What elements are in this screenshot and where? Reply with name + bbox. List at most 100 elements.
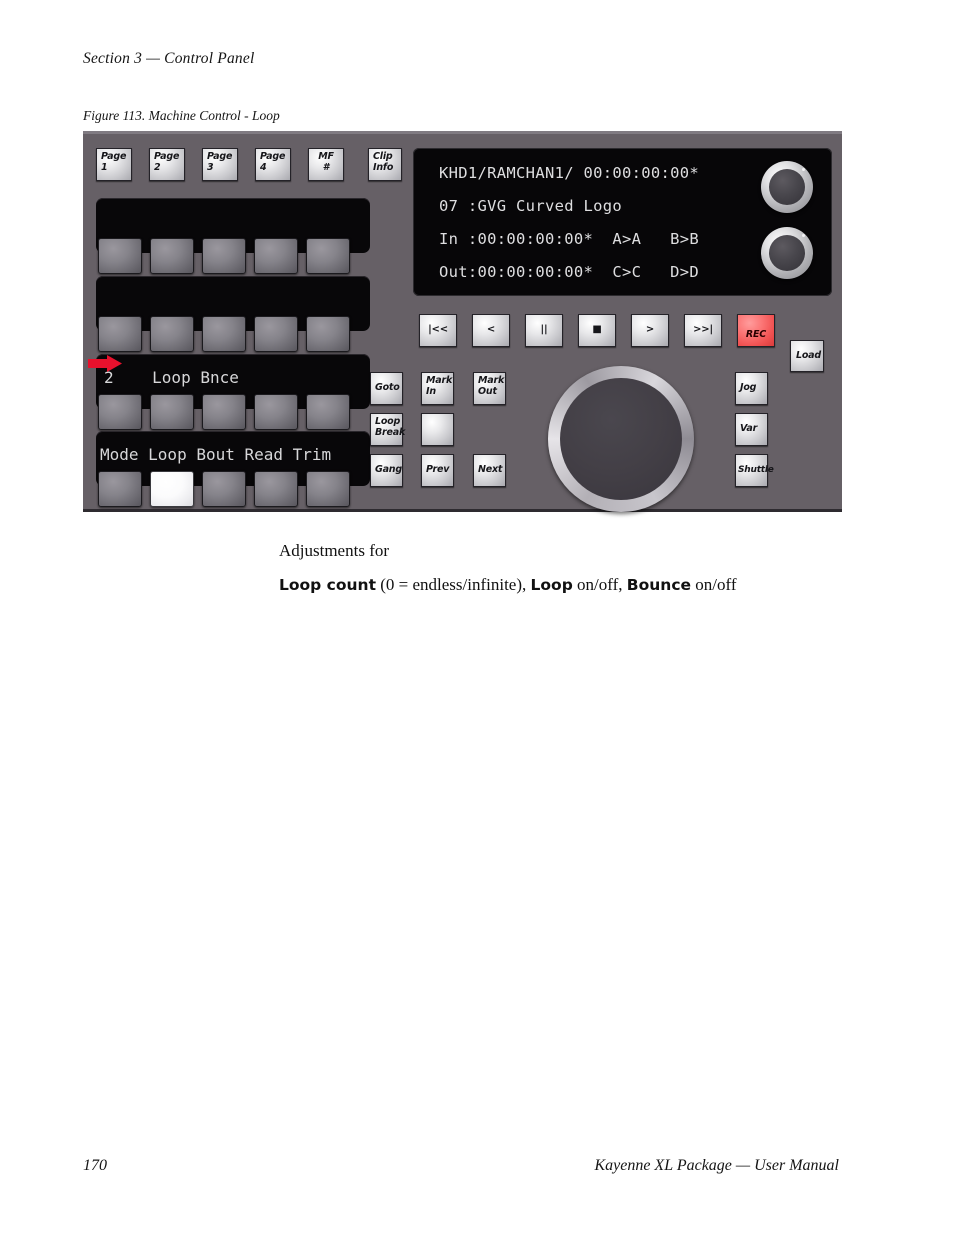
- softkey-r1-c1[interactable]: [98, 238, 142, 274]
- rewind-label: <: [486, 324, 496, 336]
- softkey-r1-c2[interactable]: [150, 238, 194, 274]
- jog-label: Jog: [740, 382, 757, 393]
- softkey-strip-3-label: 2 Loop Bnce: [104, 368, 239, 387]
- knob-lower[interactable]: [761, 227, 813, 279]
- mark-out-button[interactable]: Mark Out: [473, 372, 506, 405]
- knob-lower-cap: [769, 235, 805, 271]
- softkey-r3-c1[interactable]: [98, 394, 142, 430]
- gang-label: Gang: [375, 464, 402, 475]
- softkey-r3-c5[interactable]: [306, 394, 350, 430]
- softkey-r3-c2[interactable]: [150, 394, 194, 430]
- bounce-term: Bounce: [626, 576, 692, 594]
- prev-label: Prev: [426, 464, 450, 475]
- page-4-label-line2: 4: [260, 161, 267, 173]
- softkey-r1-c5[interactable]: [306, 238, 350, 274]
- mf-number-button[interactable]: MF #: [308, 148, 344, 181]
- lcd-line-2: 07 :GVG Curved Logo: [439, 197, 623, 215]
- unlabeled-button[interactable]: [421, 413, 454, 446]
- page-2-button[interactable]: Page 2: [149, 148, 185, 181]
- page-1-button[interactable]: Page 1: [96, 148, 132, 181]
- clip-info-label-line1: Clip: [373, 151, 393, 162]
- softkey-mode-button[interactable]: [98, 471, 142, 507]
- goto-label: Goto: [375, 382, 400, 393]
- softkey-loop-button[interactable]: [150, 471, 194, 507]
- softkey-trim-button[interactable]: [306, 471, 350, 507]
- mf-label-line2: #: [322, 161, 330, 173]
- lcd-line-3: In :00:00:00:00* A>A B>B: [439, 230, 700, 248]
- body-detail-text-2: on/off,: [572, 575, 627, 594]
- body-detail-text-3: on/off: [691, 575, 737, 594]
- jog-button[interactable]: Jog: [735, 372, 768, 405]
- gang-button[interactable]: Gang: [370, 454, 403, 487]
- softkey-r3-c4[interactable]: [254, 394, 298, 430]
- pause-label: ||: [540, 324, 548, 336]
- stop-button[interactable]: ■: [578, 314, 616, 347]
- softkey-r2-c5[interactable]: [306, 316, 350, 352]
- var-label: Var: [740, 423, 758, 434]
- softkey-r2-c3[interactable]: [202, 316, 246, 352]
- clip-info-label-line2: Info: [373, 161, 394, 173]
- page-2-label-line1: Page: [154, 151, 180, 162]
- page-4-button[interactable]: Page 4: [255, 148, 291, 181]
- softkey-r3-c3[interactable]: [202, 394, 246, 430]
- mark-in-label-line2: In: [426, 385, 436, 397]
- softkey-strip-4-label: Mode Loop Bout Read Trim: [100, 445, 332, 464]
- load-button[interactable]: Load: [790, 340, 824, 372]
- page-1-label-line1: Page: [101, 151, 127, 162]
- rewind-to-start-label: |<<: [428, 324, 448, 336]
- body-detail-text: Loop count (0 = endless/infinite), Loop …: [279, 575, 737, 595]
- page-2-label-line2: 2: [154, 161, 161, 173]
- footer-title: Kayenne XL Package — User Manual: [594, 1157, 839, 1174]
- fast-forward-to-end-button[interactable]: >>|: [684, 314, 722, 347]
- page-4-label-line1: Page: [260, 151, 286, 162]
- stop-label: ■: [592, 324, 602, 336]
- body-intro-text: Adjustments for: [279, 541, 390, 560]
- play-label: >: [645, 324, 655, 336]
- rewind-to-start-button[interactable]: |<<: [419, 314, 457, 347]
- record-button[interactable]: REC: [737, 314, 775, 347]
- softkey-r1-c3[interactable]: [202, 238, 246, 274]
- softkey-r2-c4[interactable]: [254, 316, 298, 352]
- play-button[interactable]: >: [631, 314, 669, 347]
- page-3-button[interactable]: Page 3: [202, 148, 238, 181]
- loop-break-label-line1: Loop: [375, 416, 401, 427]
- softkey-read-button[interactable]: [254, 471, 298, 507]
- knob-upper-indicator-dot: [802, 168, 805, 171]
- next-label: Next: [478, 464, 503, 475]
- lcd-line-1: KHD1/RAMCHAN1/ 00:00:00:00*: [439, 164, 700, 182]
- softkey-r2-c2[interactable]: [150, 316, 194, 352]
- mark-in-label-line1: Mark: [426, 375, 453, 386]
- softkey-bout-button[interactable]: [202, 471, 246, 507]
- mark-out-label-line1: Mark: [478, 375, 505, 386]
- jog-wheel-hub: [560, 378, 682, 500]
- shuttle-label: Shuttle: [738, 465, 774, 475]
- annotation-arrow-icon: [88, 355, 122, 372]
- mark-out-label-line2: Out: [478, 385, 497, 397]
- shuttle-button[interactable]: Shuttle: [735, 454, 774, 487]
- softkey-r2-c1[interactable]: [98, 316, 142, 352]
- goto-button[interactable]: Goto: [370, 372, 403, 405]
- loop-break-label-line2: Break: [375, 426, 406, 438]
- clip-info-button[interactable]: Clip Info: [368, 148, 402, 181]
- page-3-label-line1: Page: [207, 151, 233, 162]
- next-button[interactable]: Next: [473, 454, 506, 487]
- pause-button[interactable]: ||: [525, 314, 563, 347]
- knob-upper[interactable]: [761, 161, 813, 213]
- softkey-r1-c4[interactable]: [254, 238, 298, 274]
- loop-count-term: Loop count: [279, 576, 376, 594]
- prev-button[interactable]: Prev: [421, 454, 454, 487]
- knob-upper-cap: [769, 169, 805, 205]
- page-1-label-line2: 1: [101, 161, 108, 173]
- lcd-line-4: Out:00:00:00:00* C>C D>D: [439, 263, 700, 281]
- rewind-button[interactable]: <: [472, 314, 510, 347]
- var-button[interactable]: Var: [735, 413, 768, 446]
- section-header: Section 3 — Control Panel: [83, 50, 255, 67]
- loop-term: Loop: [530, 576, 573, 594]
- record-label: REC: [745, 329, 767, 340]
- fast-forward-to-end-label: >>|: [693, 324, 713, 336]
- mf-label-line1: MF: [318, 151, 334, 162]
- loop-break-button[interactable]: Loop Break: [370, 413, 406, 446]
- mark-in-button[interactable]: Mark In: [421, 372, 454, 405]
- jog-wheel[interactable]: [548, 366, 694, 512]
- footer-page-number: 170: [83, 1157, 107, 1174]
